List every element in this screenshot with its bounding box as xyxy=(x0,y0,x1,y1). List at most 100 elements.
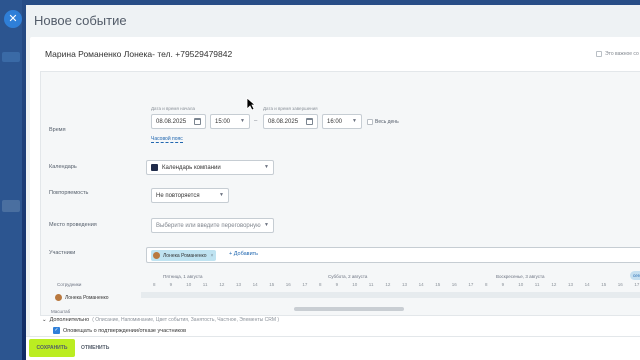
all-day-toggle[interactable]: Весь день xyxy=(367,119,399,125)
cancel-button[interactable]: ОТМЕНИТЬ xyxy=(81,345,109,351)
participant-chip[interactable]: Лонека Романенко × xyxy=(151,250,217,261)
important-toggle[interactable]: Это важное со xyxy=(596,51,639,57)
save-button[interactable]: СОХРАНИТЬ xyxy=(29,339,75,357)
sidebar-marker xyxy=(2,200,20,212)
hour-tick: 15 xyxy=(435,282,441,287)
end-time-value: 16:00 xyxy=(327,118,343,125)
schedule-day: Суббота, 2 августа xyxy=(328,274,368,279)
hour-tick: 16 xyxy=(451,282,457,287)
chevron-down-icon: ▼ xyxy=(240,118,245,124)
event-card: Марина Романенко Лонека- тел. +795294798… xyxy=(30,37,640,337)
footer-bar: СОХРАНИТЬ ОТМЕНИТЬ xyxy=(26,336,640,360)
notify-label: Оповещать о подтверждении/отказе участни… xyxy=(63,327,187,334)
more-label: Дополнительно xyxy=(49,317,90,323)
hour-tick: 13 xyxy=(236,282,242,287)
notify-checkbox[interactable]: ✓ xyxy=(53,327,60,334)
panel-title: Новое событие xyxy=(34,12,127,28)
hour-tick: 12 xyxy=(551,282,557,287)
hour-tick: 16 xyxy=(617,282,623,287)
hour-tick: 9 xyxy=(501,282,505,287)
scale-label: Масштаб xyxy=(51,309,71,314)
more-details: ( Описание, Напоминание, Цвет события, З… xyxy=(92,317,280,323)
schedule-day: Пятница, 1 августа xyxy=(163,274,203,279)
hour-tick: 16 xyxy=(285,282,291,287)
hour-tick: 12 xyxy=(385,282,391,287)
hour-tick: 17 xyxy=(634,282,640,287)
hour-tick: 17 xyxy=(468,282,474,287)
important-checkbox[interactable] xyxy=(596,51,602,57)
hour-tick: 8 xyxy=(319,282,322,287)
avatar xyxy=(55,294,62,301)
schedule-person-name: Лонека Романенко xyxy=(65,294,109,301)
hour-tick: 11 xyxy=(202,282,208,287)
hour-tick: 14 xyxy=(584,282,590,287)
chevron-down-icon: ▼ xyxy=(264,222,269,228)
chevron-down-icon: ⌄ xyxy=(42,317,47,323)
hour-tick: 13 xyxy=(402,282,408,287)
schedule-person: Лонека Романенко xyxy=(55,294,109,301)
participants-field[interactable]: Лонека Романенко × + Добавить xyxy=(146,247,640,263)
today-button[interactable]: сегодня xyxy=(630,271,640,280)
hour-tick: 9 xyxy=(169,282,173,287)
sidebar-marker xyxy=(2,52,20,62)
hour-tick: 14 xyxy=(418,282,424,287)
hour-tick: 15 xyxy=(269,282,275,287)
notify-toggle[interactable]: ✓ Оповещать о подтверждении/отказе участ… xyxy=(53,327,186,334)
time-label: Время xyxy=(49,127,66,133)
schedule-scrollbar[interactable] xyxy=(294,307,404,311)
hour-tick: 10 xyxy=(186,282,192,287)
panel-header: Новое событие xyxy=(26,5,640,35)
repeat-value: Не повторяется xyxy=(156,192,200,199)
event-panel: Новое событие Марина Романенко Лонека- т… xyxy=(26,5,640,360)
hour-tick: 11 xyxy=(368,282,374,287)
repeat-label: Повторяемость xyxy=(49,190,89,196)
event-title[interactable]: Марина Романенко Лонека- тел. +795294798… xyxy=(45,49,232,59)
add-participant-link[interactable]: + Добавить xyxy=(229,251,258,257)
hour-tick: 11 xyxy=(534,282,540,287)
close-icon[interactable]: ✕ xyxy=(4,10,22,28)
hour-tick: 17 xyxy=(302,282,308,287)
calendar-label: Календарь xyxy=(49,164,77,170)
participants-label: Участники xyxy=(49,250,76,256)
avatar xyxy=(153,252,160,259)
hour-tick: 10 xyxy=(352,282,358,287)
hour-tick: 9 xyxy=(335,282,339,287)
calendar-icon xyxy=(306,118,313,125)
calendar-color-icon xyxy=(151,164,158,171)
location-placeholder: Выберите или введите переговорную xyxy=(156,222,261,229)
time-dash: – xyxy=(254,118,258,124)
start-time-value: 15:00 xyxy=(215,118,231,125)
location-select[interactable]: Выберите или введите переговорную ▼ xyxy=(151,218,274,233)
end-time-select[interactable]: 16:00 ▼ xyxy=(322,114,362,129)
start-caption: Дата и время начала xyxy=(151,106,196,111)
calendar-value: Календарь компании xyxy=(162,164,221,171)
hour-tick: 13 xyxy=(568,282,574,287)
hour-tick: 10 xyxy=(518,282,524,287)
all-day-label: Весь день xyxy=(375,119,399,125)
all-day-checkbox[interactable] xyxy=(367,119,373,125)
start-time-select[interactable]: 15:00 ▼ xyxy=(210,114,250,129)
schedule-hours: 8 9 10 11 12 13 14 15 16 17 8 9 10 11 12 13 14 15 16 17 8 9 10… xyxy=(153,282,640,290)
end-caption: Дата и время завершения xyxy=(263,106,318,111)
repeat-select[interactable]: Не повторяется ▼ xyxy=(151,188,229,203)
participant-name: Лонека Романенко xyxy=(163,252,207,259)
location-label: Место проведения xyxy=(49,222,97,228)
chevron-down-icon: ▼ xyxy=(264,164,269,170)
end-date-input[interactable]: 08.08.2025 xyxy=(263,114,318,129)
hour-tick: 15 xyxy=(601,282,607,287)
remove-participant-icon[interactable]: × xyxy=(211,253,214,259)
calendar-select[interactable]: Календарь компании ▼ xyxy=(146,160,274,175)
start-date-input[interactable]: 08.08.2025 xyxy=(151,114,206,129)
hour-tick: 8 xyxy=(485,282,488,287)
hour-tick: 14 xyxy=(252,282,258,287)
mouse-cursor-icon xyxy=(246,97,256,111)
schedule-row xyxy=(141,292,640,298)
calendar-icon xyxy=(194,118,201,125)
start-date-value: 08.08.2025 xyxy=(156,118,187,125)
more-toggle[interactable]: ⌄ Дополнительно ( Описание, Напоминание,… xyxy=(42,317,279,323)
hour-tick: 8 xyxy=(153,282,156,287)
chevron-down-icon: ▼ xyxy=(219,192,224,198)
timezone-link[interactable]: Часовой пояс xyxy=(151,136,183,143)
schedule-day: Воскресенье, 3 августа xyxy=(496,274,545,279)
employees-label: Сотрудники xyxy=(57,282,82,287)
